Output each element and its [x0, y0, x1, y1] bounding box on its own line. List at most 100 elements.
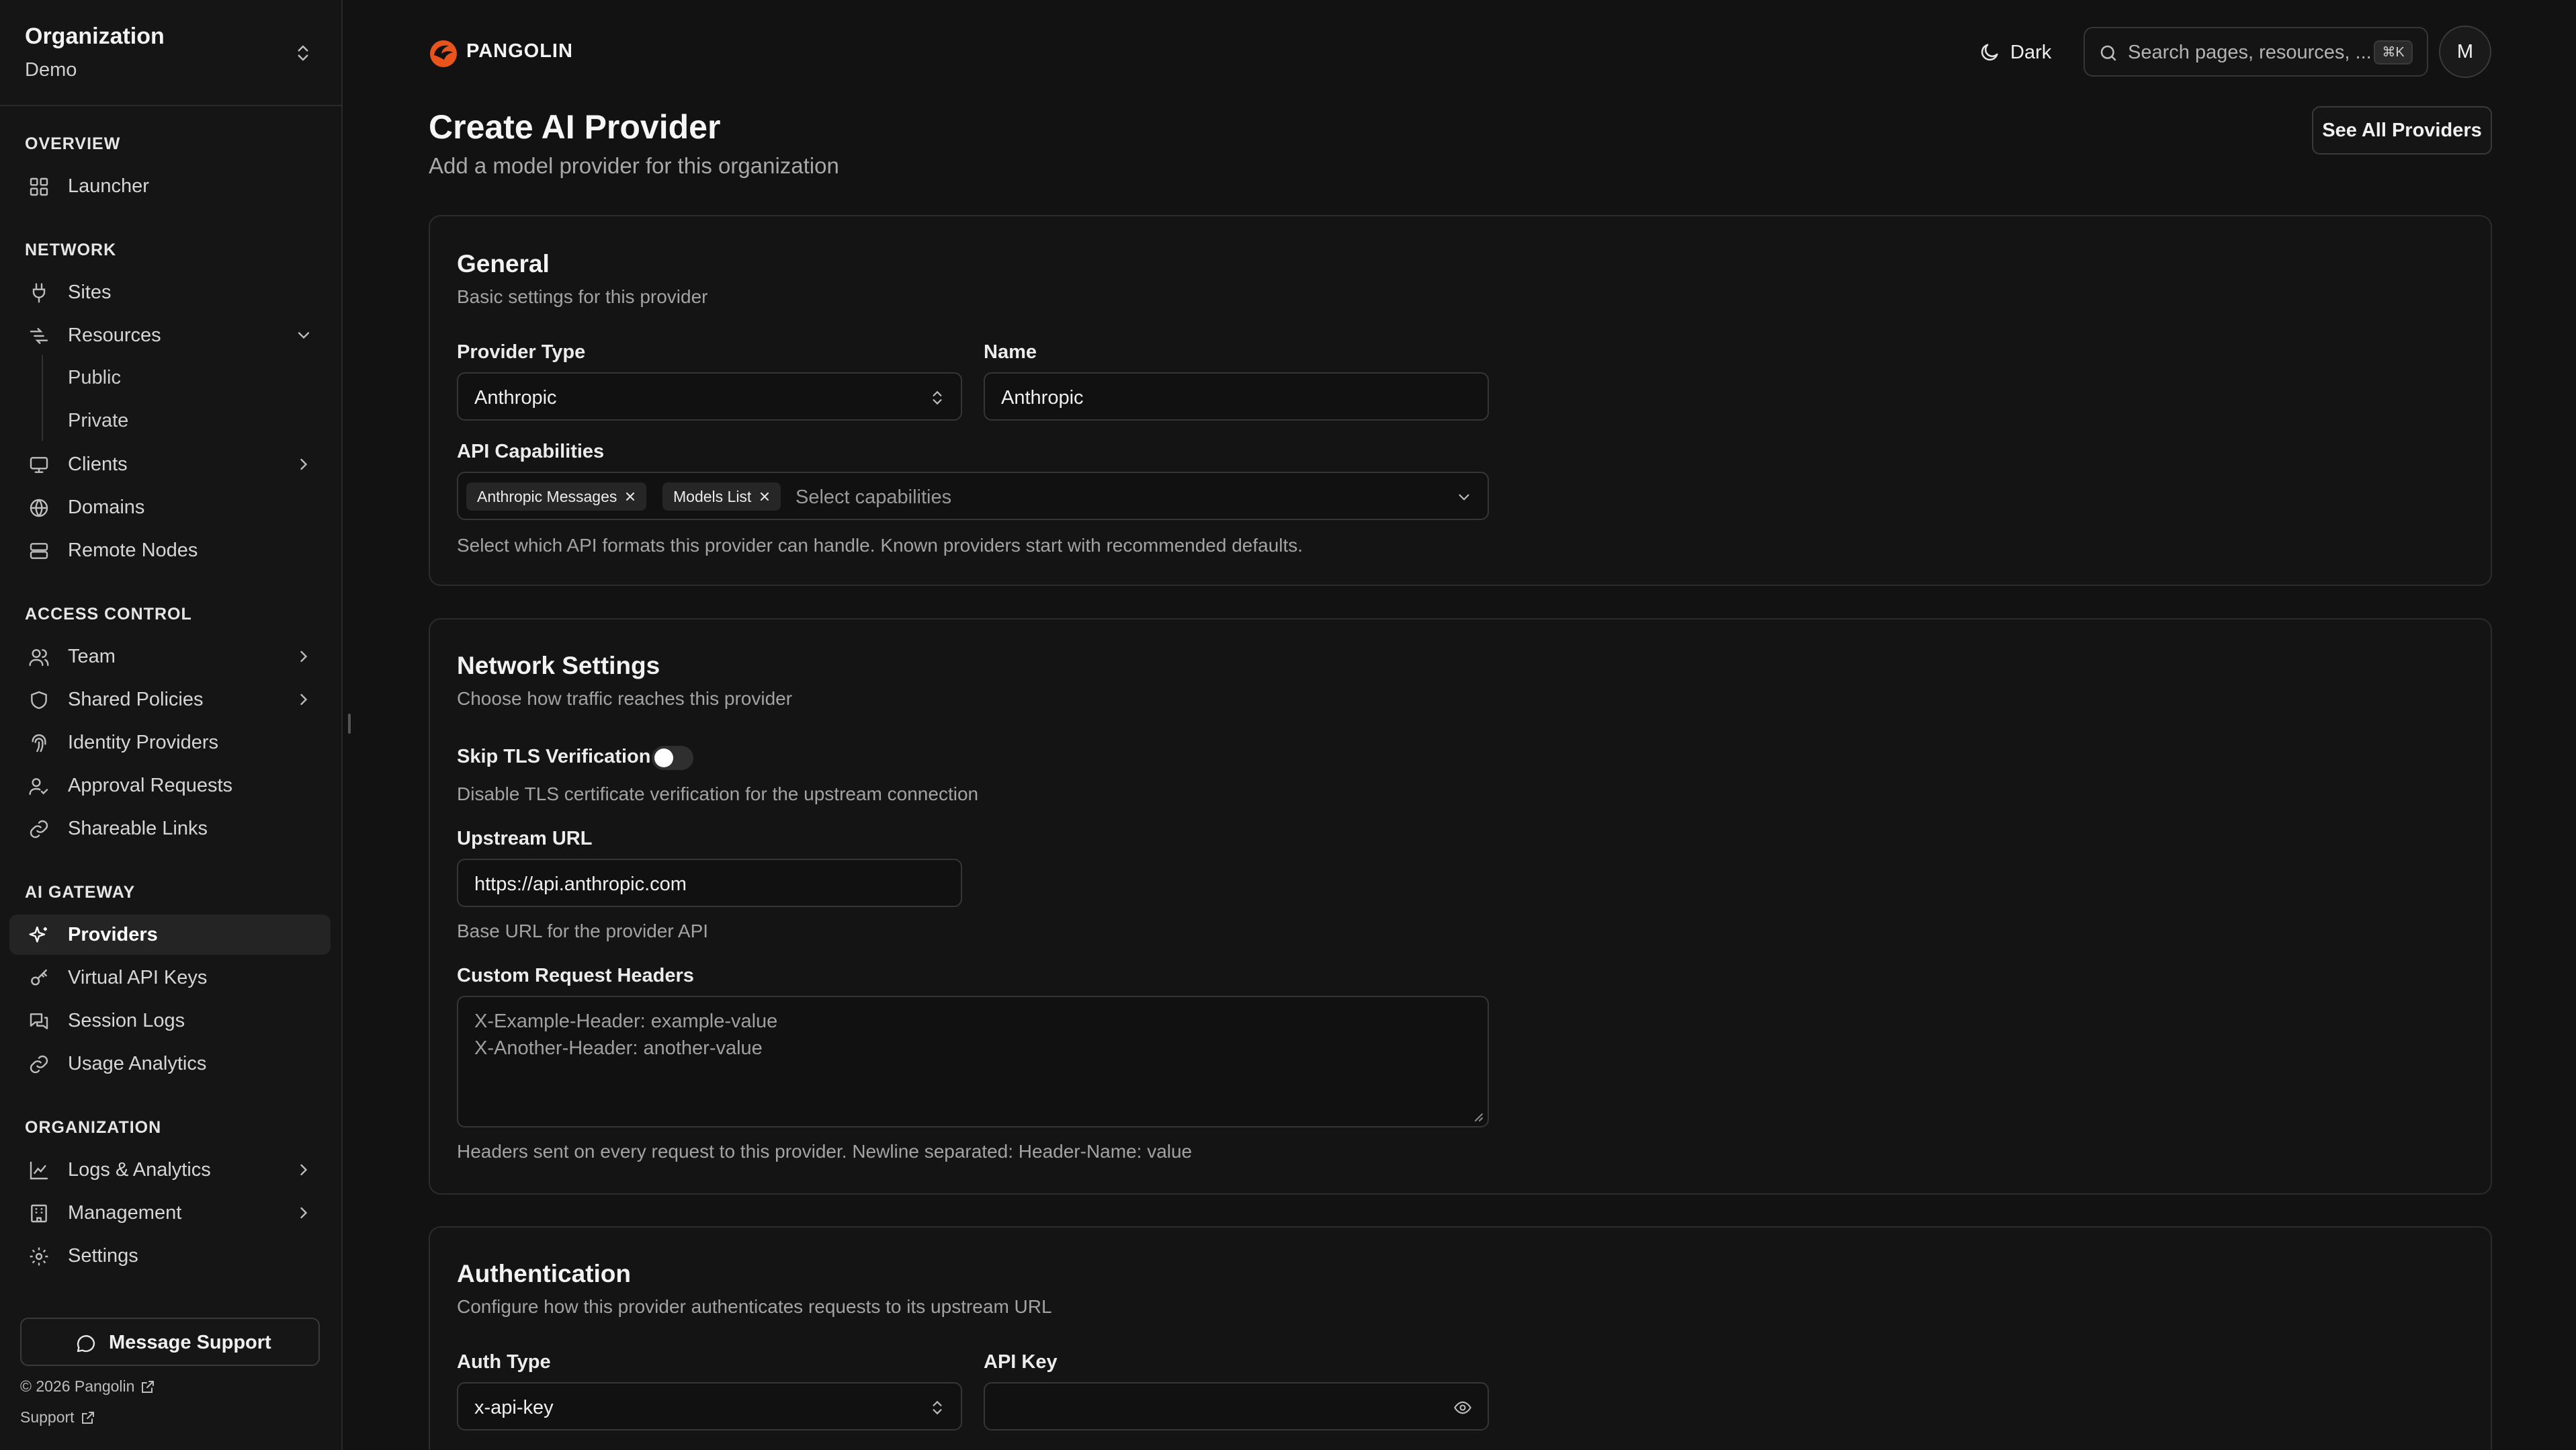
capabilities-hint: Select which API formats this provider c…: [457, 535, 1303, 556]
skip-tls-hint: Disable TLS certificate verification for…: [457, 783, 979, 804]
sidebar-item-sites[interactable]: Sites: [9, 272, 331, 312]
page-subtitle: Add a model provider for this organizati…: [429, 153, 839, 178]
pangolin-logo-icon: [430, 40, 457, 67]
copyright-link[interactable]: © 2026 Pangolin: [20, 1377, 156, 1396]
sidebar-item-label: Sites: [68, 282, 112, 303]
search-icon: [2100, 45, 2116, 61]
provider-type-select[interactable]: Anthropic: [457, 372, 962, 421]
chevron-right-icon: [300, 650, 308, 663]
sidebar-item-domains[interactable]: Domains: [9, 487, 331, 527]
sidebar-resize-handle[interactable]: [348, 714, 351, 734]
sidebar-item-virtual-api-keys[interactable]: Virtual API Keys: [9, 957, 331, 998]
support-link[interactable]: Support: [20, 1408, 96, 1426]
message-support-button[interactable]: Message Support: [20, 1318, 320, 1366]
org-switcher-name: Demo: [25, 59, 77, 81]
close-icon[interactable]: [624, 490, 637, 503]
submenu-guide: [42, 355, 43, 441]
toggle-knob: [654, 749, 673, 767]
provider-type-value: Anthropic: [474, 387, 557, 409]
user-check-icon: [29, 778, 48, 796]
fingerprint-icon: [32, 734, 46, 753]
sidebar-item-private[interactable]: Private: [68, 410, 128, 432]
see-all-providers-button[interactable]: See All Providers: [2312, 106, 2492, 155]
message-circle-icon: [77, 1335, 95, 1353]
link-icon: [30, 1055, 48, 1074]
sidebar-item-label: Session Logs: [68, 1010, 185, 1031]
section-network: NETWORK: [25, 241, 117, 259]
sidebar-item-launcher[interactable]: Launcher: [9, 166, 331, 206]
org-switcher-title: Organization: [25, 24, 165, 49]
sidebar-item-label: Management: [68, 1202, 182, 1224]
theme-toggle[interactable]: Dark: [1978, 36, 2051, 69]
external-link-icon: [142, 1380, 155, 1393]
chevrons-up-down-icon: [298, 45, 308, 61]
sidebar-item-logs-analytics[interactable]: Logs & Analytics: [9, 1150, 331, 1190]
capabilities-placeholder: Select capabilities: [796, 486, 952, 508]
api-key-input[interactable]: [984, 1382, 1489, 1431]
sidebar-item-usage-analytics[interactable]: Usage Analytics: [9, 1043, 331, 1084]
brand-name: PANGOLIN: [466, 40, 573, 62]
upstream-url-value: https://api.anthropic.com: [474, 873, 687, 895]
sidebar-item-approval-requests[interactable]: Approval Requests: [9, 765, 331, 806]
sidebar-item-remote-nodes[interactable]: Remote Nodes: [9, 530, 331, 570]
sidebar-item-label: Identity Providers: [68, 732, 219, 753]
users-icon: [29, 649, 49, 667]
upstream-url-label: Upstream URL: [457, 828, 593, 849]
sidebar: Organization Demo OVERVIEW Launcher NETW…: [0, 0, 343, 1450]
sidebar-item-identity-providers[interactable]: Identity Providers: [9, 722, 331, 763]
monitor-icon: [30, 457, 48, 473]
sidebar-item-label: Domains: [68, 497, 145, 518]
moon-icon: [1981, 44, 1998, 61]
sidebar-item-public[interactable]: Public: [68, 367, 121, 389]
auth-type-value: x-api-key: [474, 1397, 554, 1418]
capability-chip-label: Anthropic Messages: [477, 487, 617, 505]
api-capabilities-label: API Capabilities: [457, 441, 605, 462]
sidebar-item-resources[interactable]: Resources: [9, 315, 331, 355]
theme-label: Dark: [2010, 41, 2052, 63]
name-value: Anthropic: [1001, 387, 1084, 409]
auth-title: Authentication: [457, 1260, 631, 1287]
upstream-url-input[interactable]: https://api.anthropic.com: [457, 859, 962, 907]
chevron-down-icon: [298, 332, 310, 339]
auth-type-select[interactable]: x-api-key: [457, 1382, 962, 1431]
network-settings-card: Network Settings Choose how traffic reac…: [429, 618, 2492, 1195]
sparkles-icon: [29, 926, 47, 943]
search-input[interactable]: Search pages, resources, ... ⌘K: [2084, 27, 2428, 77]
headers-placeholder-line: X-Example-Header: example-value: [474, 1011, 778, 1032]
sidebar-item-session-logs[interactable]: Session Logs: [9, 1000, 331, 1041]
organization-switcher[interactable]: Organization Demo: [0, 0, 341, 106]
external-link-icon: [81, 1411, 94, 1424]
chevron-right-icon: [300, 1164, 308, 1176]
sidebar-item-shareable-links[interactable]: Shareable Links: [9, 808, 331, 849]
name-label: Name: [984, 341, 1037, 363]
name-input[interactable]: Anthropic: [984, 372, 1489, 421]
general-card: General Basic settings for this provider…: [429, 215, 2492, 586]
headers-placeholder-line: X-Another-Header: another-value: [474, 1037, 763, 1059]
chart-line-icon: [30, 1161, 48, 1180]
close-icon[interactable]: [758, 490, 771, 503]
sidebar-item-team[interactable]: Team: [9, 636, 331, 677]
authentication-card: Authentication Configure how this provid…: [429, 1226, 2492, 1450]
chevron-down-icon: [1459, 494, 1469, 501]
avatar[interactable]: M: [2439, 26, 2491, 78]
search-shortcut-badge: ⌘K: [2374, 40, 2413, 65]
sidebar-item-shared-policies[interactable]: Shared Policies: [9, 679, 331, 720]
api-capabilities-multiselect[interactable]: Anthropic Messages Models List Select ca…: [457, 472, 1489, 520]
message-support-label: Message Support: [109, 1332, 271, 1353]
messages-icon: [30, 1013, 48, 1029]
sidebar-item-settings[interactable]: Settings: [9, 1236, 331, 1276]
capability-chip: Anthropic Messages: [466, 482, 647, 511]
chevrons-up-down-icon: [933, 1400, 942, 1415]
sidebar-item-label: Shared Policies: [68, 689, 204, 710]
eye-icon[interactable]: [1453, 1398, 1473, 1417]
headers-label: Custom Request Headers: [457, 965, 694, 986]
auth-type-label: Auth Type: [457, 1351, 551, 1373]
resize-grip-icon[interactable]: [1470, 1109, 1484, 1122]
skip-tls-label: Skip TLS Verification: [457, 746, 651, 767]
sidebar-item-management[interactable]: Management: [9, 1193, 331, 1233]
sidebar-item-clients[interactable]: Clients: [9, 444, 331, 484]
custom-headers-textarea[interactable]: X-Example-Header: example-value X-Anothe…: [457, 996, 1489, 1127]
sidebar-item-providers[interactable]: Providers: [9, 914, 331, 955]
skip-tls-toggle[interactable]: [652, 746, 693, 770]
sidebar-item-label: Virtual API Keys: [68, 967, 208, 988]
